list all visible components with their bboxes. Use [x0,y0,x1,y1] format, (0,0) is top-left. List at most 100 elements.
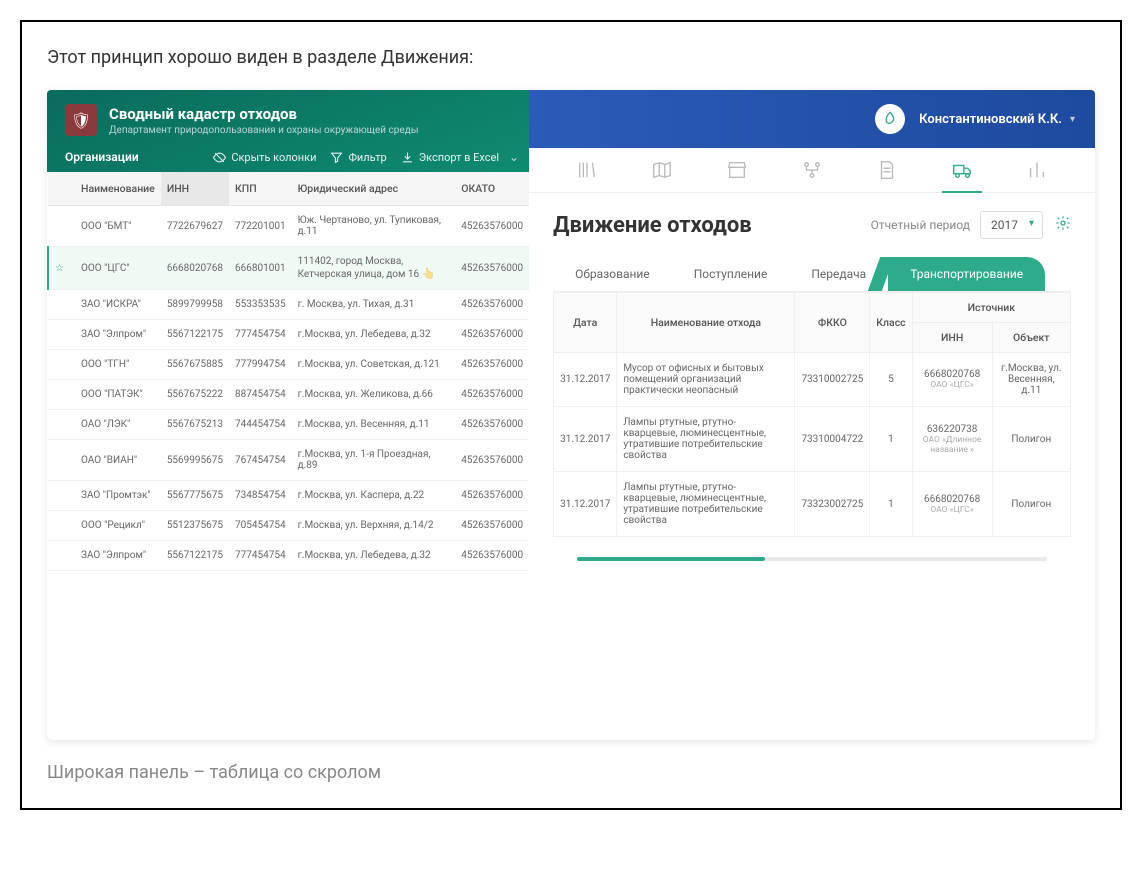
cell-source-inn: 6668020768ОАО «ЦГС» [912,353,992,407]
table-row[interactable]: ЗАО "Элпром" 5567122175 777454754 г.Моск… [48,320,529,350]
nav-document-icon[interactable] [871,158,903,182]
hd-fkko[interactable]: ФККО [795,293,870,353]
period-label: Отчетный период [871,218,970,232]
table-row[interactable]: ЗАО "Элпром" 5567122175 777454754 г.Моск… [48,541,529,571]
table-row[interactable]: ООО "БМТ" 7722679627 772201001 Юж. Черта… [48,206,529,247]
nav-flow-icon[interactable] [796,158,828,182]
movement-table: Дата Наименование отхода ФККО Класс Исто… [553,292,1071,537]
cell-name: Лампы ртутные, ртутно-кварцевые, люминес… [617,407,795,472]
table-row[interactable]: 31.12.2017 Лампы ртутные, ртутно-кварцев… [554,472,1071,537]
cell-okato: 45263576000 [455,247,529,290]
table-row[interactable]: ООО "ПАТЭК" 5567675222 887454754 г.Москв… [48,380,529,410]
nav-library-icon[interactable] [571,158,603,182]
col-name[interactable]: Наименование [75,172,161,206]
cell-okato: 45263576000 [455,440,529,481]
user-name[interactable]: Константиновский К.К. [919,112,1062,127]
table-row[interactable]: 31.12.2017 Лампы ртутные, ртутно-кварцев… [554,407,1071,472]
cell-fkko: 73323002725 [795,472,870,537]
cell-okato: 45263576000 [455,481,529,511]
nav-store-icon[interactable] [721,158,753,182]
cell-addr: г.Москва, ул. Желикова, д.66 [292,380,456,410]
org-table-wrap: Наименование ИНН КПП Юридический адрес О… [47,172,529,740]
cell-class: 5 [870,353,912,407]
cell-fkko: 73310004722 [795,407,870,472]
hd-object[interactable]: Объект [992,323,1070,353]
cell-name: ООО "БМТ" [75,206,161,247]
table-row[interactable]: 31.12.2017 Мусор от офисных и бытовых по… [554,353,1071,407]
table-row[interactable]: ОАО "ВИАН" 5569995675 767454754 г.Москва… [48,440,529,481]
nav-transport-icon[interactable] [946,158,978,182]
table-row[interactable]: ООО "ТГН" 5567675885 777994754 г.Москва,… [48,350,529,380]
horizontal-scrollbar[interactable] [577,557,1047,561]
cell-source-inn: 6668020768ОАО «ЦГС» [912,472,992,537]
app-title: Сводный кадастр отходов [109,105,419,123]
tabs: ОбразованиеПоступлениеПередачаТранспорти… [553,257,1071,292]
table-row[interactable]: ЗАО "Промтэк" 5567775675 734854754 г.Мос… [48,481,529,511]
col-okato[interactable]: ОКАТО [455,172,529,206]
cell-date: 31.12.2017 [554,472,617,537]
cell-name: ЗАО "ИСКРА" [75,290,161,320]
nav-stats-icon[interactable] [1021,158,1053,182]
nav-icons [529,148,1095,193]
cell-kpp: 553353535 [229,290,292,320]
scroll-thumb[interactable] [577,557,765,561]
hide-columns-button[interactable]: Скрыть колонки [213,151,316,164]
tab[interactable]: Образование [553,257,672,291]
cell-name: ЗАО "Промтэк" [75,481,161,511]
tab[interactable]: Поступление [672,257,790,291]
filter-button[interactable]: Фильтр [330,151,386,164]
hd-name[interactable]: Наименование отхода [617,293,795,353]
user-chevron-icon[interactable]: ▾ [1070,114,1075,125]
table-row[interactable]: ООО "Рецикл" 5512375675 705454754 г.Моск… [48,511,529,541]
export-button[interactable]: Экспорт в Excel [401,151,499,164]
hd-source[interactable]: Источник [912,293,1070,323]
nav-map-icon[interactable] [646,158,678,182]
cell-kpp: 777454754 [229,541,292,571]
cell-okato: 45263576000 [455,511,529,541]
cell-name: ООО "ПАТЭК" [75,380,161,410]
cell-okato: 45263576000 [455,290,529,320]
emblem-icon: 🛡 [65,104,97,136]
table-row[interactable]: ☆ ООО "ЦГС" 6668020768 666801001 111402,… [48,247,529,290]
year-select[interactable]: 2017 [980,211,1043,239]
cell-addr: г.Москва, ул. Каспера, д.22 [292,481,456,511]
star-cell[interactable] [48,320,75,350]
star-cell[interactable] [48,481,75,511]
table-row[interactable]: ЗАО "ИСКРА" 5899799958 553353535 г. Моск… [48,290,529,320]
cell-name: Мусор от офисных и бытовых помещений орг… [617,353,795,407]
cell-class: 1 [870,407,912,472]
star-cell[interactable] [48,206,75,247]
cell-object: Полигон [992,407,1070,472]
star-cell[interactable] [48,511,75,541]
cell-addr: г.Москва, ул. Советская, д.121 [292,350,456,380]
caption-text: Широкая панель – таблица со скролом [47,762,1095,783]
chevron-down-icon[interactable]: ⌄ [509,150,519,164]
table-row[interactable]: ОАО "ЛЭК" 5567675213 744454754 г.Москва,… [48,410,529,440]
cell-okato: 45263576000 [455,206,529,247]
hd-inn[interactable]: ИНН [912,323,992,353]
star-cell[interactable] [48,350,75,380]
cell-inn: 5567122175 [161,541,229,571]
cell-kpp: 705454754 [229,511,292,541]
star-cell[interactable] [48,541,75,571]
hd-class[interactable]: Класс [870,293,912,353]
star-cell[interactable] [48,290,75,320]
star-cell[interactable] [48,440,75,481]
col-kpp[interactable]: КПП [229,172,292,206]
tab[interactable]: Транспортирование [888,257,1045,291]
star-cell[interactable]: ☆ [48,247,75,290]
cell-kpp: 734854754 [229,481,292,511]
col-addr[interactable]: Юридический адрес [292,172,456,206]
col-inn[interactable]: ИНН [161,172,229,206]
star-cell[interactable] [48,380,75,410]
star-icon: ☆ [55,263,69,274]
hd-date[interactable]: Дата [554,293,617,353]
cell-kpp: 666801001 [229,247,292,290]
cell-addr: Юж. Чертаново, ул. Тупиковая, д.11 [292,206,456,247]
star-cell[interactable] [48,410,75,440]
cell-kpp: 744454754 [229,410,292,440]
cell-object: Полигон [992,472,1070,537]
gear-icon[interactable] [1055,215,1071,235]
cell-kpp: 772201001 [229,206,292,247]
cell-inn: 5569995675 [161,440,229,481]
